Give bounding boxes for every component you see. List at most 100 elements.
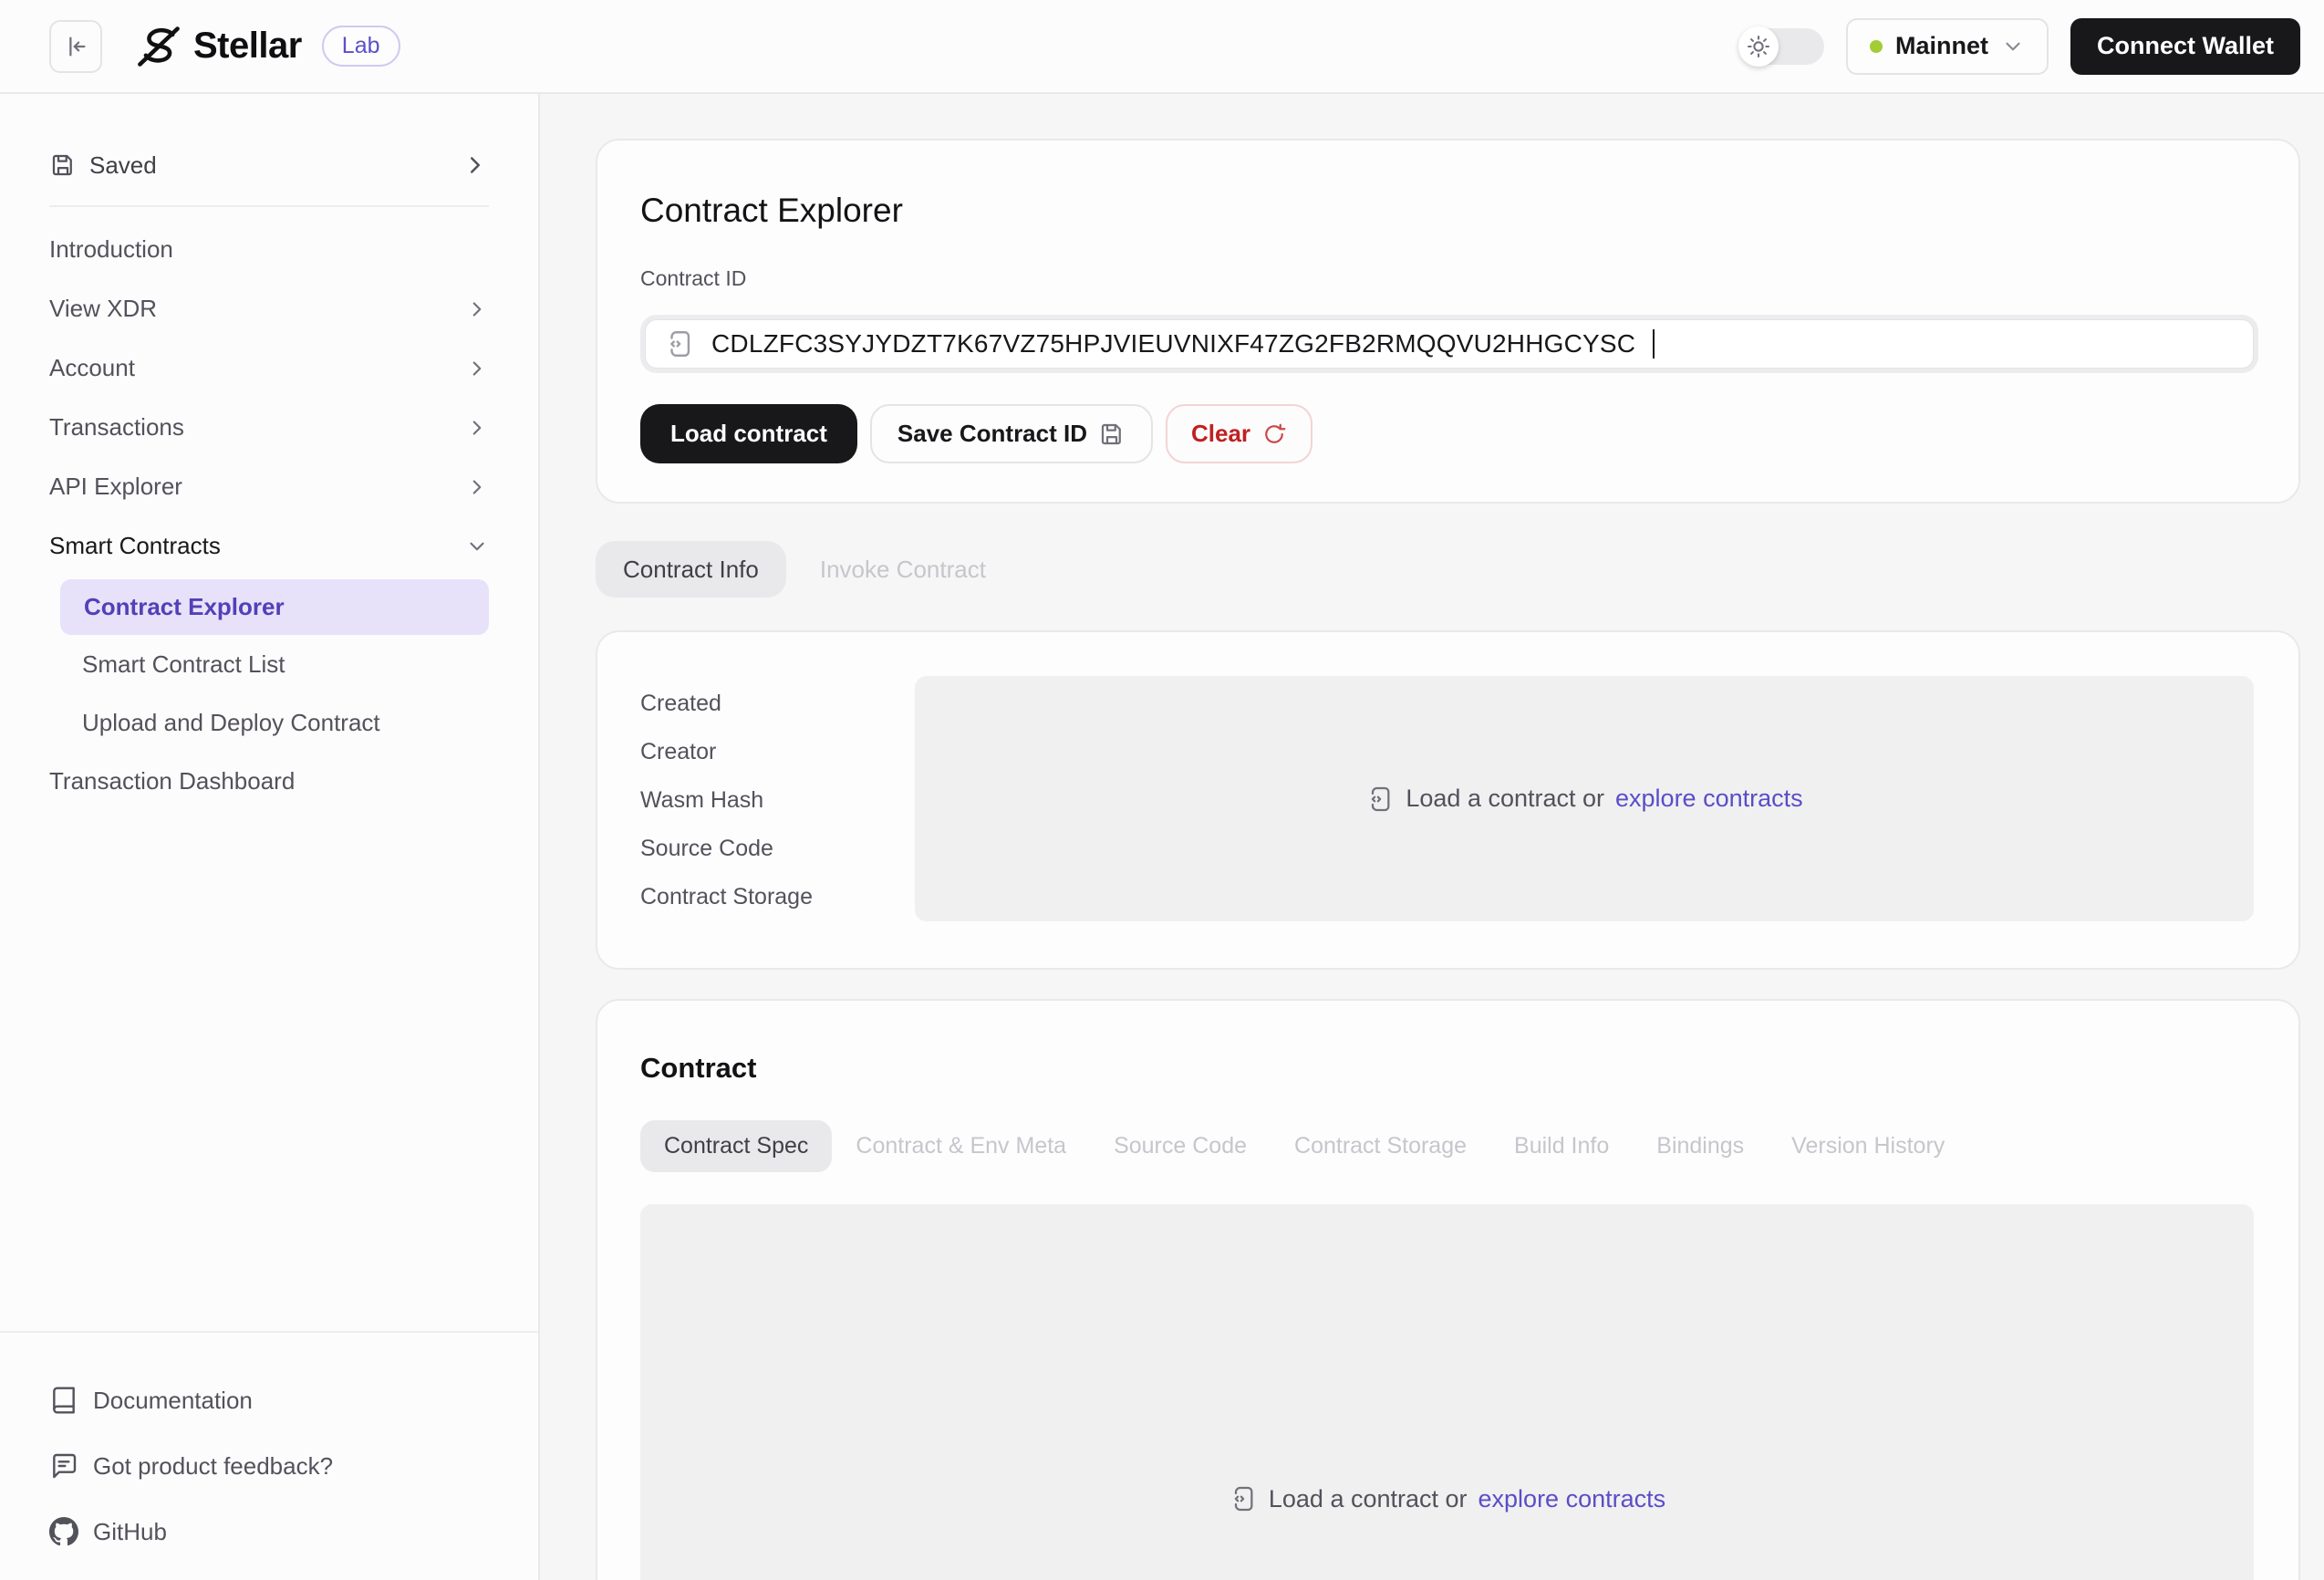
brand-name: Stellar	[193, 26, 302, 67]
chevron-right-icon	[465, 297, 489, 321]
contract-id-label: Contract ID	[640, 266, 2258, 291]
contract-info-fields: Created Creator Wasm Hash Source Code Co…	[640, 676, 915, 921]
contract-info-card: Created Creator Wasm Hash Source Code Co…	[596, 630, 2300, 970]
footer-link-label: GitHub	[93, 1518, 167, 1546]
chevron-right-icon	[465, 475, 489, 499]
button-label: Save Contract ID	[897, 420, 1087, 448]
feedback-link[interactable]: Got product feedback?	[40, 1433, 498, 1499]
field-label-wasm-hash: Wasm Hash	[640, 776, 915, 825]
network-status-dot	[1870, 40, 1883, 53]
empty-state-message: Load a contract or explore contracts	[1365, 785, 1802, 814]
contract-spec-empty-panel: Load a contract or explore contracts	[640, 1204, 2254, 1580]
sidebar-item-label: Smart Contracts	[49, 532, 465, 560]
refresh-icon	[1261, 421, 1287, 447]
chevron-down-icon	[465, 535, 489, 558]
tab-build-info[interactable]: Build Info	[1490, 1120, 1633, 1172]
sidebar-item-label: Transactions	[49, 413, 465, 442]
tab-contract-storage[interactable]: Contract Storage	[1271, 1120, 1490, 1172]
sidebar-item-label: Contract Explorer	[84, 593, 285, 621]
contract-info-empty-panel: Load a contract or explore contracts	[915, 676, 2254, 921]
sidebar-item-label: Account	[49, 354, 465, 382]
tab-invoke-contract[interactable]: Invoke Contract	[793, 541, 1013, 598]
empty-state-text: Load a contract or	[1269, 1485, 1468, 1513]
sidebar-item-smart-contract-list[interactable]: Smart Contract List	[40, 635, 498, 693]
main-content: Contract Explorer Contract ID CDLZFC3SYJ…	[540, 94, 2324, 1580]
footer-link-label: Got product feedback?	[93, 1452, 333, 1481]
chevron-right-icon	[465, 357, 489, 380]
sidebar-item-transaction-dashboard[interactable]: Transaction Dashboard	[40, 752, 498, 811]
theme-toggle-knob	[1738, 26, 1779, 67]
contract-id-input[interactable]: CDLZFC3SYJYDZT7K67VZ75HPJVIEUVNIXF47ZG2F…	[645, 319, 2254, 369]
button-label: Clear	[1191, 420, 1250, 448]
field-label-contract-storage: Contract Storage	[640, 873, 915, 921]
chevron-down-icon	[2001, 35, 2025, 58]
tab-contract-env-meta[interactable]: Contract & Env Meta	[832, 1120, 1090, 1172]
sun-icon	[1746, 34, 1771, 59]
field-label-creator: Creator	[640, 728, 915, 776]
sidebar-item-contract-explorer[interactable]: Contract Explorer	[60, 579, 489, 635]
network-label: Mainnet	[1895, 32, 1988, 60]
sidebar-item-smart-contracts[interactable]: Smart Contracts	[40, 516, 498, 576]
sidebar-item-upload-deploy-contract[interactable]: Upload and Deploy Contract	[40, 693, 498, 752]
sidebar-item-label: Smart Contract List	[82, 650, 285, 679]
stellar-lab-logo[interactable]: Stellar Lab	[135, 23, 400, 70]
tab-version-history[interactable]: Version History	[1768, 1120, 1968, 1172]
sidebar-item-label: Introduction	[49, 235, 489, 264]
sidebar-footer: Documentation Got product feedback? GitH…	[0, 1331, 538, 1580]
chevron-right-icon	[465, 416, 489, 440]
save-icon	[1098, 421, 1126, 448]
tab-source-code[interactable]: Source Code	[1090, 1120, 1271, 1172]
documentation-link[interactable]: Documentation	[40, 1367, 498, 1433]
network-selector[interactable]: Mainnet	[1846, 18, 2049, 75]
page-title: Contract Explorer	[640, 192, 2258, 230]
save-contract-id-button[interactable]: Save Contract ID	[870, 404, 1153, 463]
clear-button[interactable]: Clear	[1166, 404, 1312, 463]
sidebar-item-label: Saved	[89, 151, 449, 180]
theme-toggle[interactable]	[1738, 28, 1824, 65]
contract-id-value: CDLZFC3SYJYDZT7K67VZ75HPJVIEUVNIXF47ZG2F…	[711, 329, 1635, 359]
field-label-created: Created	[640, 680, 915, 728]
stellar-logo-icon	[135, 23, 182, 70]
contract-explorer-card: Contract Explorer Contract ID CDLZFC3SYJ…	[596, 139, 2300, 504]
explorer-actions: Load contract Save Contract ID Clear	[640, 404, 2258, 463]
contract-file-icon	[1365, 785, 1395, 814]
contract-card: Contract Contract Spec Contract & Env Me…	[596, 999, 2300, 1580]
sidebar-item-api-explorer[interactable]: API Explorer	[40, 457, 498, 516]
view-tabs: Contract Info Invoke Contract	[596, 541, 2300, 598]
sidebar-item-account[interactable]: Account	[40, 338, 498, 398]
tab-contract-info[interactable]: Contract Info	[596, 541, 786, 598]
github-icon	[49, 1517, 78, 1546]
explore-contracts-link[interactable]: explore contracts	[1478, 1485, 1666, 1513]
collapse-sidebar-icon	[62, 33, 89, 60]
contract-id-input-ring: CDLZFC3SYJYDZT7K67VZ75HPJVIEUVNIXF47ZG2F…	[640, 315, 2258, 373]
contract-file-icon	[664, 328, 695, 359]
sidebar-item-view-xdr[interactable]: View XDR	[40, 279, 498, 338]
sidebar-item-transactions[interactable]: Transactions	[40, 398, 498, 457]
sidebar-item-label: Transaction Dashboard	[49, 767, 489, 795]
explore-contracts-link[interactable]: explore contracts	[1615, 785, 1803, 813]
empty-state-message: Load a contract or explore contracts	[1229, 1484, 1665, 1513]
book-icon	[49, 1386, 78, 1415]
sidebar-item-introduction[interactable]: Introduction	[40, 220, 498, 279]
header-left: Stellar Lab	[49, 20, 400, 73]
lab-badge: Lab	[322, 26, 400, 67]
load-contract-button[interactable]: Load contract	[640, 404, 857, 463]
github-link[interactable]: GitHub	[40, 1499, 498, 1564]
sidebar-item-label: View XDR	[49, 295, 465, 323]
button-label: Load contract	[670, 420, 827, 448]
collapse-sidebar-button[interactable]	[49, 20, 102, 73]
tab-contract-spec[interactable]: Contract Spec	[640, 1120, 832, 1172]
chevron-right-icon	[462, 151, 489, 179]
text-cursor	[1653, 329, 1655, 359]
top-header: Stellar Lab Mainnet Connect Wallet	[0, 0, 2324, 94]
field-label-source-code: Source Code	[640, 825, 915, 873]
connect-wallet-button[interactable]: Connect Wallet	[2070, 18, 2300, 75]
tab-bindings[interactable]: Bindings	[1633, 1120, 1768, 1172]
contract-card-tabs: Contract Spec Contract & Env Meta Source…	[640, 1120, 2254, 1172]
sidebar-item-saved[interactable]: Saved	[40, 138, 498, 192]
sidebar-nav: Introduction View XDR Account Transactio…	[40, 207, 498, 811]
feedback-bubble-icon	[49, 1451, 78, 1481]
footer-link-label: Documentation	[93, 1387, 253, 1415]
empty-state-text: Load a contract or	[1406, 785, 1604, 813]
save-icon	[49, 151, 77, 179]
